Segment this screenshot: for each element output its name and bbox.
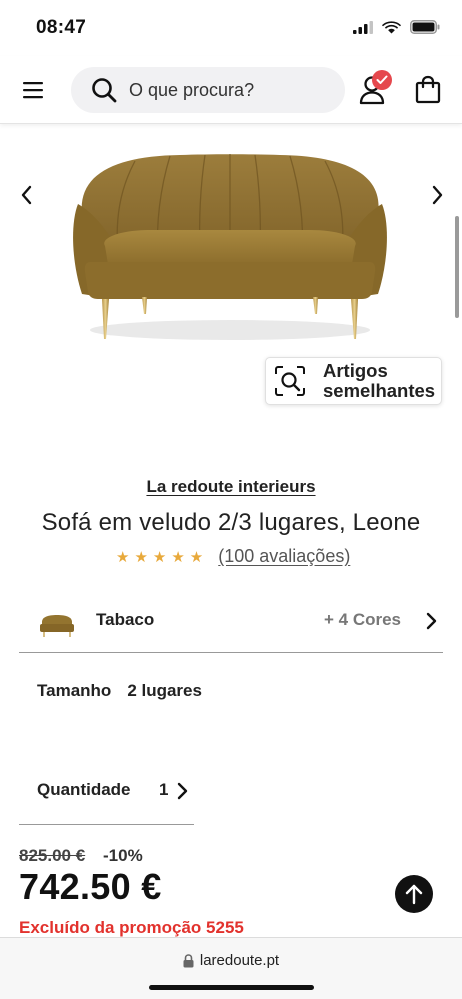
promotion-exclusion-note: Excluído da promoção 5255 bbox=[19, 918, 244, 937]
size-label: Tamanho bbox=[37, 681, 112, 700]
status-time: 08:47 bbox=[36, 17, 87, 38]
similar-label-line1: Artigos bbox=[323, 360, 388, 381]
similar-items-button[interactable]: Artigos semelhantes bbox=[265, 357, 442, 405]
cart-button[interactable] bbox=[414, 75, 442, 105]
chevron-left-icon bbox=[21, 185, 32, 205]
back-to-top-button[interactable] bbox=[395, 875, 433, 913]
current-price: 742.50 € bbox=[19, 866, 162, 907]
visual-search-icon bbox=[275, 366, 305, 396]
chevron-right-icon bbox=[426, 612, 437, 630]
chevron-right-icon bbox=[177, 782, 188, 800]
quantity-selector[interactable]: Quantidade 1 bbox=[19, 770, 194, 825]
product-rating[interactable]: ★★★★★ (100 avaliações) bbox=[116, 546, 350, 567]
lock-icon bbox=[183, 953, 194, 967]
old-price: 825.00 € bbox=[19, 846, 86, 865]
size-selector[interactable]: Tamanho 2 lugares bbox=[37, 681, 202, 701]
gallery-prev-button[interactable] bbox=[17, 182, 37, 208]
signal-icon bbox=[353, 20, 373, 34]
gallery-next-button[interactable] bbox=[427, 182, 447, 208]
color-selector[interactable]: Tabaco + 4 Cores bbox=[19, 600, 443, 653]
menu-button[interactable] bbox=[19, 78, 47, 102]
search-input[interactable]: O que procura? bbox=[71, 67, 345, 113]
battery-icon bbox=[410, 20, 440, 34]
site-header: O que procura? bbox=[0, 56, 462, 124]
size-value: 2 lugares bbox=[127, 681, 202, 700]
check-badge-icon bbox=[376, 75, 388, 84]
quantity-label: Quantidade bbox=[37, 780, 131, 799]
similar-items-label: Artigos semelhantes bbox=[323, 361, 435, 401]
quantity-value: 1 bbox=[159, 780, 169, 799]
more-colors-label: + 4 Cores bbox=[323, 610, 401, 629]
shopping-bag-icon bbox=[415, 75, 441, 104]
search-icon bbox=[92, 78, 117, 103]
star-rating-icon: ★★★★★ bbox=[116, 548, 209, 566]
brand-link[interactable]: La redoute interieurs bbox=[0, 477, 462, 497]
status-icons bbox=[353, 20, 440, 34]
status-bar: 08:47 bbox=[0, 0, 462, 56]
similar-label-line2: semelhantes bbox=[323, 380, 436, 401]
url-display[interactable]: laredoute.pt bbox=[0, 952, 462, 969]
arrow-up-icon bbox=[405, 884, 423, 905]
home-indicator[interactable] bbox=[149, 985, 314, 990]
url-text: laredoute.pt bbox=[199, 952, 280, 969]
menu-icon bbox=[23, 82, 43, 99]
wifi-icon bbox=[382, 21, 401, 34]
reviews-link[interactable]: (100 avaliações) bbox=[218, 546, 350, 567]
product-title: Sofá em veludo 2/3 lugares, Leone bbox=[41, 509, 421, 536]
account-status-badge bbox=[372, 70, 392, 90]
color-swatch-thumbnail bbox=[40, 615, 74, 637]
chevron-right-icon bbox=[432, 185, 443, 205]
selected-color-label: Tabaco bbox=[96, 610, 155, 629]
page-scrollbar[interactable] bbox=[455, 216, 459, 318]
discount-badge: -10% bbox=[103, 846, 143, 865]
product-image[interactable] bbox=[60, 134, 400, 352]
search-placeholder: O que procura? bbox=[129, 79, 255, 100]
browser-address-bar[interactable]: laredoute.pt bbox=[0, 937, 462, 999]
